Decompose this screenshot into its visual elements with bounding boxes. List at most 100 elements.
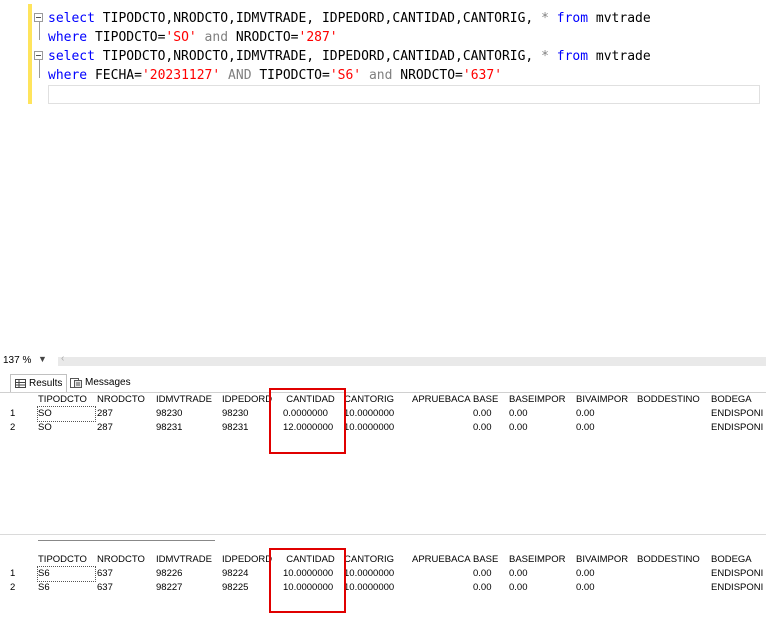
- table-cell[interactable]: [412, 567, 471, 581]
- operator: *: [533, 11, 557, 26]
- collapse-icon[interactable]: [34, 13, 43, 22]
- column-header[interactable]: BASE: [473, 393, 507, 407]
- table-cell[interactable]: 98230: [156, 407, 220, 421]
- column-header[interactable]: BODDESTINO: [637, 393, 709, 407]
- column-header[interactable]: BODDESTINO: [637, 553, 709, 567]
- column-header[interactable]: BODEGA: [711, 553, 764, 567]
- code-text: mvtrade: [588, 11, 651, 26]
- table-cell[interactable]: 10.0000000: [344, 581, 410, 595]
- table-cell[interactable]: 287: [97, 421, 154, 435]
- column-header[interactable]: TIPODCTO: [38, 553, 95, 567]
- code-line-3[interactable]: select TIPODCTO,NRODCTO,IDMVTRADE, IDPED…: [48, 47, 651, 66]
- table-cell[interactable]: ENDISPONIE: [711, 567, 764, 581]
- table-cell[interactable]: ENDISPONIE: [711, 407, 764, 421]
- column-header[interactable]: NRODCTO: [97, 553, 154, 567]
- table-row[interactable]: 2 S6 637 98227 98225 10.0000000 10.0000000 0.00…: [0, 581, 766, 595]
- scroll-left-icon[interactable]: ‹: [61, 353, 64, 364]
- column-header-row: TIPODCTO NRODCTO IDMVTRADE IDPEDORD CANTIDAD…: [0, 553, 766, 567]
- column-header[interactable]: CANTORIG: [344, 393, 410, 407]
- column-header[interactable]: IDMVTRADE: [156, 553, 220, 567]
- tab-messages[interactable]: Messages: [70, 374, 131, 391]
- tab-results[interactable]: Results: [10, 374, 68, 392]
- code-text: NRODCTO=: [400, 68, 463, 83]
- table-cell[interactable]: 0.00: [473, 407, 507, 421]
- highlight-box: [269, 388, 346, 454]
- table-cell[interactable]: 98231: [156, 421, 220, 435]
- table-cell[interactable]: [637, 581, 709, 595]
- table-cell[interactable]: 0.00: [473, 421, 507, 435]
- fold-guide-line: [39, 22, 40, 40]
- table-cell[interactable]: ENDISPONIE: [711, 421, 764, 435]
- column-header[interactable]: BASEIMPOR: [509, 393, 574, 407]
- code-text: FECHA=: [87, 68, 142, 83]
- table-cell[interactable]: 0.00: [509, 567, 574, 581]
- row-number: 1: [10, 408, 16, 419]
- code-text: TIPODCTO=: [259, 68, 330, 83]
- code-line-2[interactable]: where TIPODCTO='SO' and NRODCTO='287': [48, 28, 338, 47]
- table-cell[interactable]: [637, 567, 709, 581]
- table-cell[interactable]: ENDISPONIE: [711, 581, 764, 595]
- column-header[interactable]: CANTORIG: [344, 553, 410, 567]
- code-text: mvtrade: [588, 49, 651, 64]
- column-header[interactable]: APRUEBACAL: [412, 393, 471, 407]
- column-header[interactable]: TIPODCTO: [38, 393, 95, 407]
- table-cell[interactable]: 10.0000000: [344, 407, 410, 421]
- table-cell[interactable]: S6: [38, 581, 95, 595]
- code-text: TIPODCTO=: [87, 30, 166, 45]
- code-line-4[interactable]: where FECHA='20231127' AND TIPODCTO='S6'…: [48, 66, 502, 85]
- change-indicator-bar: [28, 4, 32, 104]
- column-header[interactable]: BIVAIMPOR: [576, 553, 635, 567]
- horizontal-scrollbar[interactable]: [58, 357, 766, 366]
- table-cell[interactable]: SO: [38, 421, 95, 435]
- table-cell[interactable]: [412, 407, 471, 421]
- keyword: from: [556, 11, 589, 26]
- table-cell[interactable]: 10.0000000: [344, 421, 410, 435]
- table-cell[interactable]: 0.00: [473, 581, 507, 595]
- zoom-level[interactable]: 137 %: [3, 355, 31, 366]
- string-literal: '287': [298, 30, 338, 45]
- table-cell[interactable]: 287: [97, 407, 154, 421]
- keyword: select: [48, 11, 95, 26]
- query-editor[interactable]: select TIPODCTO,NRODCTO,IDMVTRADE, IDPED…: [0, 0, 766, 354]
- column-header[interactable]: APRUEBACAL: [412, 553, 471, 567]
- column-header[interactable]: IDMVTRADE: [156, 393, 220, 407]
- column-header[interactable]: BASE: [473, 553, 507, 567]
- column-header[interactable]: BODEGA: [711, 393, 764, 407]
- table-cell[interactable]: [412, 581, 471, 595]
- table-cell[interactable]: [637, 407, 709, 421]
- column-header[interactable]: BIVAIMPOR: [576, 393, 635, 407]
- table-cell[interactable]: 0.00: [509, 407, 574, 421]
- table-cell[interactable]: 0.00: [576, 421, 635, 435]
- table-cell[interactable]: 98227: [156, 581, 220, 595]
- chevron-down-icon[interactable]: ▼: [38, 354, 47, 364]
- table-row[interactable]: 1 SO 287 98230 98230 0.0000000 10.0000000 0.00 0…: [0, 406, 766, 422]
- splitter-line[interactable]: [38, 540, 215, 541]
- highlight-box: [269, 548, 346, 613]
- table-cell[interactable]: 0.00: [509, 581, 574, 595]
- results-pane-separator[interactable]: [0, 534, 766, 549]
- string-literal: 'SO': [165, 30, 197, 45]
- operator: and: [196, 30, 236, 45]
- code-line-1[interactable]: select TIPODCTO,NRODCTO,IDMVTRADE, IDPED…: [48, 9, 651, 28]
- operator: AND: [220, 68, 260, 83]
- table-cell[interactable]: 0.00: [576, 407, 635, 421]
- table-cell[interactable]: SO: [37, 406, 96, 422]
- table-cell[interactable]: [412, 421, 471, 435]
- column-header[interactable]: NRODCTO: [97, 393, 154, 407]
- table-cell[interactable]: 0.00: [576, 581, 635, 595]
- table-cell[interactable]: 637: [97, 581, 154, 595]
- table-cell[interactable]: 637: [97, 567, 154, 581]
- table-row[interactable]: 1 S6 637 98226 98224 10.0000000 10.0000000 0.00…: [0, 566, 766, 582]
- table-cell[interactable]: 0.00: [509, 421, 574, 435]
- table-cell[interactable]: S6: [37, 566, 96, 582]
- table-cell[interactable]: 10.0000000: [344, 567, 410, 581]
- table-cell[interactable]: 0.00: [576, 567, 635, 581]
- table-cell[interactable]: 98226: [156, 567, 220, 581]
- column-header-row: TIPODCTO NRODCTO IDMVTRADE IDPEDORD CANTIDAD…: [0, 393, 766, 407]
- collapse-icon[interactable]: [34, 51, 43, 60]
- table-cell[interactable]: [637, 421, 709, 435]
- column-header[interactable]: BASEIMPOR: [509, 553, 574, 567]
- tab-label: Messages: [85, 377, 131, 388]
- table-row[interactable]: 2 SO 287 98231 98231 12.0000000 10.0000000 0.00…: [0, 421, 766, 435]
- table-cell[interactable]: 0.00: [473, 567, 507, 581]
